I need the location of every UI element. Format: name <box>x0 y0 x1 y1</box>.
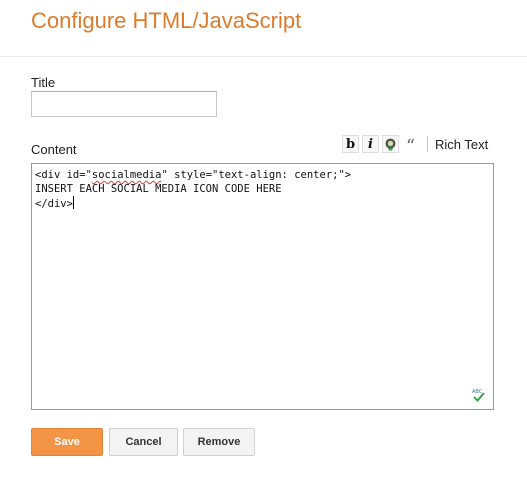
bold-icon[interactable]: b <box>342 135 359 153</box>
misspelled-word: socialmedia <box>91 169 162 181</box>
header-divider <box>0 56 527 57</box>
text-caret <box>72 196 74 209</box>
title-label: Title <box>31 75 56 90</box>
cancel-button[interactable]: Cancel <box>109 428 178 456</box>
svg-text:ABC: ABC <box>472 389 483 395</box>
quote-icon[interactable]: “ <box>402 135 419 156</box>
remove-button[interactable]: Remove <box>183 428 255 456</box>
italic-icon[interactable]: i <box>362 135 379 153</box>
link-icon[interactable] <box>382 135 399 153</box>
link-icon-glyph <box>385 138 396 150</box>
code-line-2: INSERT EACH SOCIAL MEDIA ICON CODE HERE <box>35 183 282 195</box>
rich-text-link[interactable]: Rich Text <box>435 137 488 152</box>
save-button[interactable]: Save <box>31 428 103 456</box>
toolbar-divider <box>427 136 428 152</box>
content-code[interactable]: <div id="socialmedia" style="text-align:… <box>32 164 493 211</box>
spellcheck-icon[interactable]: ABC <box>471 387 487 403</box>
code-line-3: </div> <box>35 196 74 210</box>
title-input[interactable] <box>31 91 217 117</box>
content-label: Content <box>31 142 77 157</box>
content-editor[interactable]: <div id="socialmedia" style="text-align:… <box>31 163 494 410</box>
page-title: Configure HTML/JavaScript <box>31 8 302 33</box>
editor-toolbar: b i “ Rich Text <box>342 133 488 156</box>
code-line-1: <div id="socialmedia" style="text-align:… <box>35 169 352 181</box>
